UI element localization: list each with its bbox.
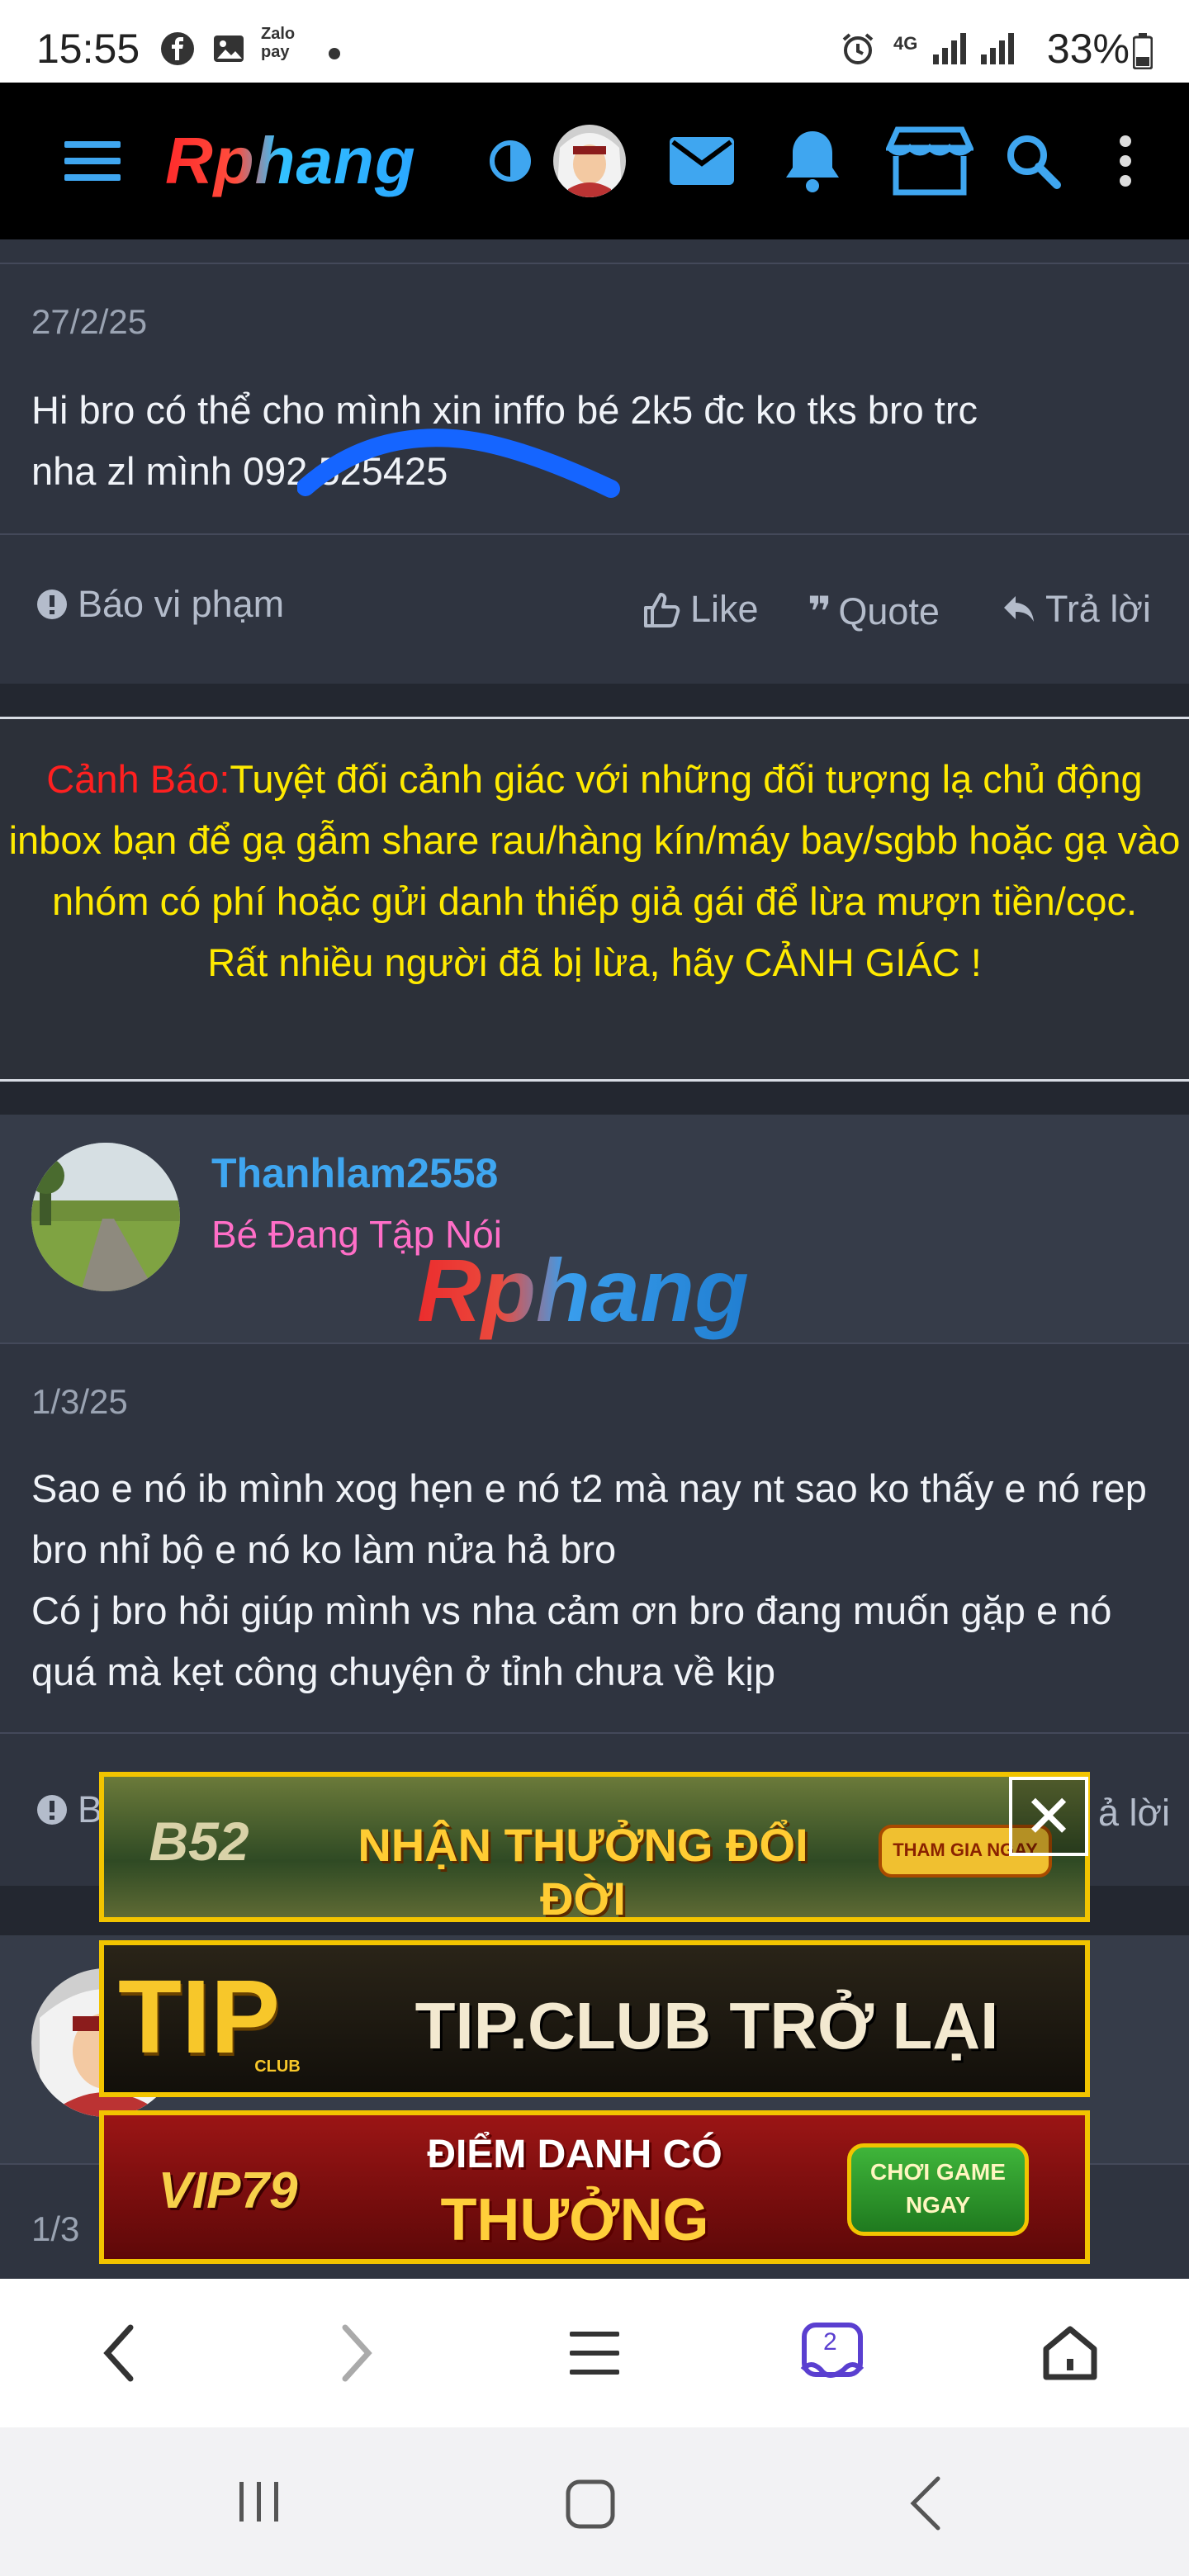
post-gap <box>0 684 1189 717</box>
ad-brand-sub: CLUB <box>254 2057 301 2076</box>
network-type: 4G <box>893 33 918 54</box>
browser-menu-button[interactable] <box>545 2304 644 2403</box>
status-time: 15:55 <box>36 26 140 72</box>
report-button[interactable]: B <box>36 1788 102 1831</box>
mail-icon <box>670 137 734 185</box>
more-options-button[interactable] <box>1105 116 1146 206</box>
divider <box>0 1732 1189 1734</box>
user-avatar-button[interactable] <box>548 116 631 206</box>
quote-label: Quote <box>838 590 940 632</box>
bell-icon <box>786 131 839 192</box>
notification-dot-icon <box>329 48 340 59</box>
zalopay-icon: Zalo pay <box>261 25 296 61</box>
home-icon <box>1043 2326 1097 2380</box>
search-icon <box>1007 135 1061 189</box>
messages-button[interactable] <box>661 116 743 206</box>
thumbs-up-icon <box>644 593 680 627</box>
reply-label: ả lời <box>1098 1792 1171 1834</box>
post-body: Sao e nó ib mình xog hẹn e nó t2 mà nay … <box>31 1466 1147 1693</box>
close-icon: ✕ <box>1023 1784 1074 1850</box>
browser-home-button[interactable] <box>1021 2304 1120 2403</box>
tab-count: 2 <box>823 2328 837 2356</box>
close-ad-button[interactable]: ✕ <box>1009 1777 1088 1856</box>
divider <box>0 263 1189 264</box>
ad-headline: TIP.CLUB TRỞ LẠI <box>414 1989 999 2062</box>
chevron-right-icon <box>342 2324 372 2382</box>
more-vertical-icon <box>1120 135 1131 187</box>
battery-icon <box>1132 33 1153 70</box>
recent-apps-button[interactable] <box>234 2477 284 2531</box>
ad-brand: VIP79 <box>158 2162 298 2219</box>
redaction-scribble <box>296 421 628 508</box>
reply-button[interactable]: Trả lời <box>1002 588 1151 631</box>
warning-text: Cảnh Báo:Tuyệt đối cảnh giác với những đ… <box>0 749 1189 993</box>
warning-line2: Rất nhiều người đã bị lừa, hãy CẢNH GIÁC… <box>207 940 982 984</box>
post-date: 1/3 <box>31 2209 80 2248</box>
watermark-logo: Rphang <box>417 1240 749 1340</box>
divider <box>0 1342 1189 1344</box>
avatar <box>553 125 626 197</box>
home-nav-button[interactable] <box>565 2479 616 2534</box>
reply-label: Trả lời <box>1045 588 1151 630</box>
user-avatar[interactable] <box>31 1143 180 1291</box>
ad-cta-button[interactable]: CHƠI GAME NGAY <box>847 2143 1029 2236</box>
store-icon <box>886 126 973 196</box>
battery-percent: 33% <box>1046 26 1130 72</box>
browser-forward-button[interactable] <box>307 2304 406 2403</box>
quote-icon: ❞ <box>808 589 831 635</box>
report-button[interactable]: Báo vi phạm <box>36 583 284 626</box>
search-button[interactable] <box>996 116 1070 206</box>
divider <box>0 533 1189 535</box>
site-logo[interactable]: Rphang <box>165 116 416 206</box>
like-button[interactable]: Like <box>642 588 759 631</box>
back-icon <box>910 2476 940 2531</box>
gallery-icon <box>211 31 246 66</box>
report-label: Báo vi phạm <box>78 583 285 625</box>
alert-icon <box>37 590 67 619</box>
post-gap <box>0 1082 1189 1115</box>
alert-icon <box>37 1795 67 1825</box>
signal-icon <box>931 31 966 66</box>
ad-brand: B52 <box>149 1811 249 1872</box>
signal-2-icon <box>979 31 1014 66</box>
post-date: 27/2/25 <box>31 302 148 341</box>
post-date: 1/3/25 <box>31 1382 128 1421</box>
hamburger-icon <box>64 141 121 181</box>
like-label: Like <box>690 588 759 630</box>
facebook-icon <box>160 31 195 66</box>
ad-banner-tipclub[interactable]: TIP CLUB TIP.CLUB TRỞ LẠI <box>99 1940 1090 2097</box>
recent-apps-icon <box>239 2482 278 2522</box>
landscape-avatar-image <box>31 1143 180 1291</box>
home-square-icon <box>566 2479 615 2529</box>
ad-headline-bottom: THƯỞNG <box>440 2187 709 2253</box>
store-button[interactable] <box>883 116 976 206</box>
menu-icon <box>570 2332 619 2375</box>
warning-prefix: Cảnh Báo: <box>46 757 230 801</box>
contrast-icon <box>490 140 531 182</box>
ad-headline-top: ĐIỂM DANH CÓ <box>427 2133 722 2176</box>
chevron-left-icon <box>103 2324 134 2382</box>
back-nav-button[interactable] <box>907 2475 945 2536</box>
notifications-button[interactable] <box>771 116 854 206</box>
ad-headline: NHẬN THƯỞNG ĐỔI ĐỜI <box>358 1819 808 1922</box>
browser-tabs-button[interactable]: 2 <box>783 2304 882 2403</box>
menu-button[interactable] <box>51 116 134 206</box>
ad-banner-b52[interactable]: B52 NHẬN THƯỞNG ĐỔI ĐỜI THAM GIA NGAY <box>99 1772 1090 1922</box>
username-link[interactable]: Thanhlam2558 <box>211 1149 498 1197</box>
ad-banner-vip79[interactable]: VIP79 ĐIỂM DANH CÓ THƯỞNG CHƠI GAME NGAY <box>99 2110 1090 2264</box>
browser-back-button[interactable] <box>69 2304 168 2403</box>
warning-banner: Cảnh Báo:Tuyệt đối cảnh giác với những đ… <box>0 717 1189 1082</box>
quote-button[interactable]: ❞ Quote <box>808 588 940 636</box>
alarm-icon <box>841 31 875 66</box>
reply-icon <box>1004 596 1034 622</box>
theme-toggle-button[interactable] <box>486 116 535 206</box>
reply-button[interactable]: ả lời <box>1098 1792 1170 1835</box>
